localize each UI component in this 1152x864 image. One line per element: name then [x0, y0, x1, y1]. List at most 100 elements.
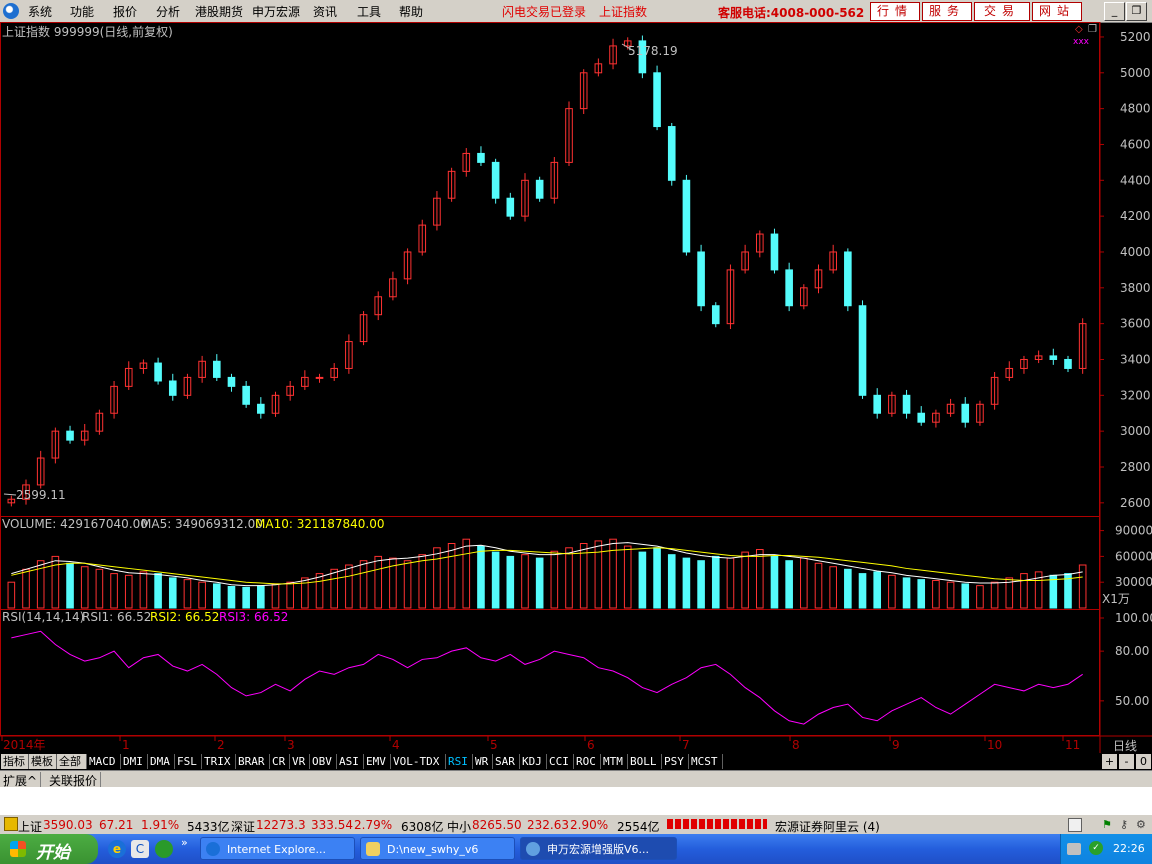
tab-emv[interactable]: EMV — [364, 754, 391, 769]
tab-asi[interactable]: ASI — [337, 754, 364, 769]
ie-quicklaunch-icon[interactable]: e — [108, 840, 126, 858]
menu-help[interactable]: 帮助 — [399, 3, 423, 20]
tab-sar[interactable]: SAR — [493, 754, 520, 769]
tab-obv[interactable]: OBV — [310, 754, 337, 769]
volume-tick-label: 90000 — [1115, 524, 1152, 538]
volume-bar — [22, 568, 30, 609]
volume-bar — [66, 562, 74, 609]
period-label[interactable]: 日线 — [1113, 739, 1137, 753]
panel-toggle-icon[interactable]: ❐ — [1088, 24, 1097, 35]
chart-area[interactable]: 5200 5000 4800 4600 4400 4200 4000 3800 3600 3400… — [0, 22, 1152, 760]
volume-bar — [785, 560, 793, 609]
task-swhy-app[interactable]: 申万宏源增强版V6... — [520, 837, 677, 860]
tab-fsl[interactable]: FSL — [175, 754, 202, 769]
note-icon[interactable] — [1068, 818, 1082, 832]
browser-quicklaunch-icon[interactable] — [155, 840, 173, 858]
volume-bar — [858, 573, 867, 609]
tab-vr[interactable]: VR — [290, 754, 310, 769]
volume-bar — [242, 586, 250, 609]
sz-pct: 2.79% — [354, 818, 393, 832]
price-tick-label: 2800 — [1120, 460, 1151, 474]
volume-bar — [697, 560, 705, 609]
volume-bar — [814, 562, 823, 609]
kline-chart-svg[interactable]: 5200 5000 4800 4600 4400 4200 4000 3800 3600 3400… — [0, 22, 1152, 760]
candle-body — [873, 394, 882, 414]
tab-cr[interactable]: CR — [270, 754, 290, 769]
tab-模板[interactable]: 模板 — [29, 754, 57, 769]
clock[interactable]: 22:26 — [1113, 842, 1145, 855]
quicklaunch-more-icon[interactable]: » — [181, 836, 188, 849]
settings-icon[interactable]: ⚙ — [1136, 818, 1146, 831]
tab-psy[interactable]: PSY — [662, 754, 689, 769]
candle-body — [770, 233, 779, 271]
zoom-in-button[interactable]: + — [1102, 754, 1117, 769]
tab-dma[interactable]: DMA — [148, 754, 175, 769]
price-tick-label: 4800 — [1120, 102, 1151, 116]
tab-roc[interactable]: ROC — [574, 754, 601, 769]
tab-mcst[interactable]: MCST — [689, 754, 723, 769]
flash-trade-status[interactable]: 闪电交易已登录 — [502, 3, 586, 20]
security-shield-icon[interactable]: ✓ — [1089, 841, 1103, 855]
tab-macd[interactable]: MACD — [87, 754, 121, 769]
taskbar: 开始 e C » Internet Explore... D:\new_swhy… — [0, 834, 1152, 864]
menu-info[interactable]: 资讯 — [313, 3, 337, 20]
reset-button[interactable]: 0 — [1136, 754, 1151, 769]
menu-system[interactable]: 系统 — [28, 3, 52, 20]
rsi-label: RSI(14,14,14) — [2, 610, 84, 624]
trade-button[interactable]: 交易 — [974, 2, 1030, 21]
menu-swhy[interactable]: 申万宏源 — [252, 3, 300, 20]
keyboard-icon[interactable] — [1067, 843, 1081, 855]
market-button[interactable]: 行情 — [870, 2, 920, 21]
menu-quote[interactable]: 报价 — [113, 3, 137, 20]
candle-body — [902, 394, 911, 414]
tab-boll[interactable]: BOLL — [628, 754, 662, 769]
volume-bar — [888, 574, 896, 609]
volume-bar — [932, 579, 940, 609]
minimize-icon[interactable]: _ — [1104, 2, 1125, 21]
price-tick-label: 4200 — [1120, 209, 1151, 223]
zx-change: 232.63 — [527, 818, 569, 832]
price-candles — [7, 35, 1087, 507]
website-button[interactable]: 网站 — [1032, 2, 1082, 21]
rsi2-value: RSI2: 66.52 — [150, 610, 219, 624]
tab-wr[interactable]: WR — [473, 754, 493, 769]
tab-rsi[interactable]: RSI — [446, 754, 473, 769]
tab-dmi[interactable]: DMI — [121, 754, 148, 769]
extension-row: 扩展^ 关联报价 — [0, 770, 1152, 789]
volume-bar — [829, 566, 837, 609]
price-tick-label: 3400 — [1120, 352, 1151, 366]
volume-bar — [139, 571, 148, 609]
tab-vol-tdx[interactable]: VOL-TDX — [391, 754, 446, 769]
service-button[interactable]: 服务 — [922, 2, 972, 21]
current-index-label[interactable]: 上证指数 — [599, 3, 647, 20]
menu-analysis[interactable]: 分析 — [156, 3, 180, 20]
tab-brar[interactable]: BRAR — [236, 754, 270, 769]
volume-bar — [198, 581, 206, 609]
volume-bar — [506, 555, 515, 609]
menu-tools[interactable]: 工具 — [357, 3, 381, 20]
server-name[interactable]: 宏源证券阿里云 (4) — [775, 818, 880, 835]
diamond-icon[interactable]: ◇ — [1075, 24, 1083, 35]
tab-cci[interactable]: CCI — [547, 754, 574, 769]
task-internet-explorer[interactable]: Internet Explore... — [200, 837, 355, 860]
restore-icon[interactable]: ❐ — [1126, 2, 1147, 21]
tab-kdj[interactable]: KDJ — [520, 754, 547, 769]
volume-bar — [535, 557, 544, 609]
ie-quicklaunch-2-icon[interactable]: C — [131, 840, 149, 858]
volume-bar — [212, 583, 221, 609]
start-button[interactable]: 开始 — [0, 834, 98, 864]
task-explorer-folder[interactable]: D:\new_swhy_v6 — [360, 837, 515, 860]
tab-指标[interactable]: 指标 — [1, 754, 29, 769]
menu-hk-futures[interactable]: 港股期货 — [195, 3, 243, 20]
price-tick-label: 4400 — [1120, 173, 1151, 187]
tab-trix[interactable]: TRIX — [202, 754, 236, 769]
rsi-tick-label: 50.00 — [1115, 694, 1149, 708]
service-hotline: 客服电话:4008-000-562 — [718, 6, 865, 20]
volume-bar — [403, 560, 412, 609]
volume-bar — [374, 555, 383, 609]
tab-mtm[interactable]: MTM — [601, 754, 628, 769]
zoom-out-button[interactable]: - — [1119, 754, 1134, 769]
tab-全部[interactable]: 全部 — [57, 754, 87, 769]
menu-function[interactable]: 功能 — [70, 3, 94, 20]
volume-bar — [623, 545, 632, 609]
